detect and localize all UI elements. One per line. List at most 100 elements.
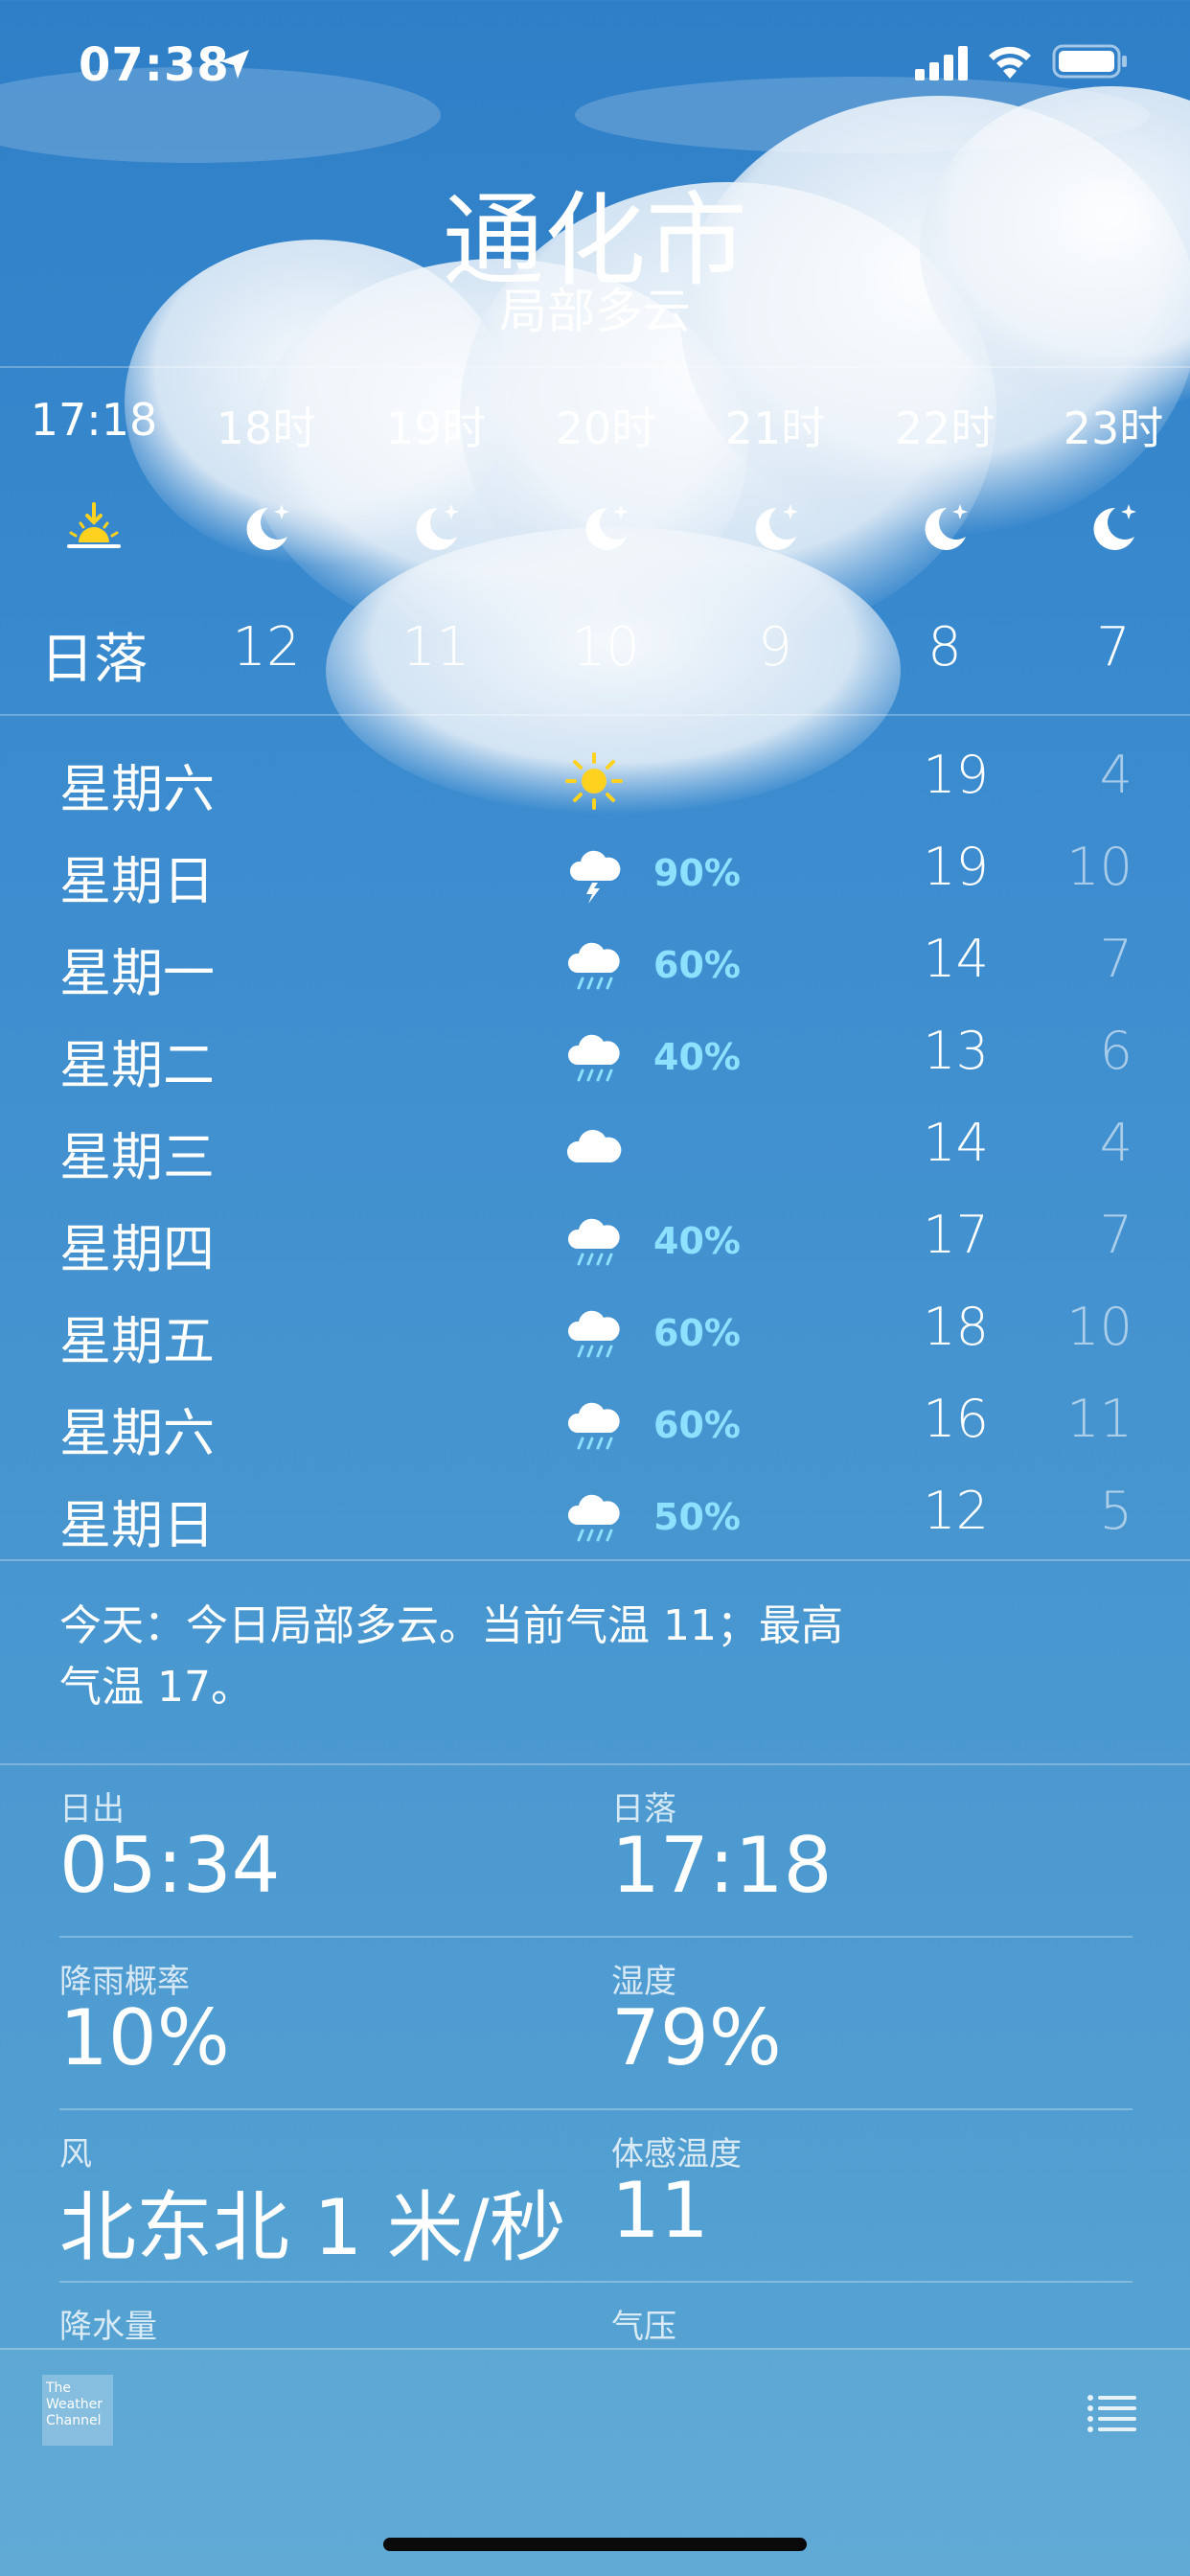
day-name: 星期三 — [59, 1127, 215, 1187]
location-arrow-icon — [220, 50, 249, 79]
daily-row: 星期六 19 4 — [0, 733, 1190, 825]
high-temp: 17 — [923, 1205, 989, 1265]
daily-row: 星期五 60% 18 10 — [0, 1285, 1190, 1377]
high-temp: 16 — [923, 1389, 989, 1449]
precip-chance: 40% — [653, 1220, 741, 1262]
daily-row: 星期六 60% 16 11 — [0, 1377, 1190, 1469]
day-name: 星期日 — [59, 1495, 215, 1555]
cloud-icon — [566, 1129, 622, 1162]
daily-row: 星期二 40% 13 6 — [0, 1009, 1190, 1101]
high-temp: 18 — [923, 1297, 989, 1357]
hourly-item: 18时 12 — [180, 369, 353, 714]
logo-text: Weather — [46, 2397, 103, 2412]
high-temp: 14 — [923, 929, 989, 989]
moon-stars-icon — [925, 504, 968, 550]
hourly-time: 23时 — [1063, 402, 1164, 454]
low-temp: 5 — [1099, 1481, 1133, 1541]
detail-feels-like: 体感温度 11 — [611, 2128, 1148, 2300]
low-temp: 10 — [1066, 1297, 1133, 1357]
hourly-temp: 8 — [927, 616, 962, 678]
status-bar: 07:38 — [0, 38, 1190, 96]
moon-stars-icon — [416, 504, 459, 550]
cellular-signal-icon — [915, 46, 968, 80]
day-name: 星期四 — [59, 1219, 215, 1279]
low-temp: 11 — [1066, 1389, 1133, 1449]
precip-chance: 50% — [653, 1496, 741, 1538]
detail-value: 10% — [59, 1993, 230, 2082]
today-summary: 今天：今日局部多云。当前气温 11；最高 气温 17。 — [59, 1596, 1018, 1718]
detail-sunset: 日落 17:18 — [611, 1782, 1148, 1955]
hourly-time: 21时 — [724, 402, 826, 454]
moon-stars-icon — [246, 504, 289, 550]
detail-humidity: 湿度 79% — [611, 1955, 1148, 2128]
low-temp: 6 — [1099, 1021, 1133, 1081]
hourly-item: 22时 8 — [858, 369, 1031, 714]
day-name: 星期六 — [59, 759, 215, 819]
rain-cloud-icon — [567, 1310, 620, 1358]
daily-row: 星期日 90% 19 10 — [0, 825, 1190, 917]
home-indicator[interactable] — [383, 2538, 807, 2551]
day-name: 星期一 — [59, 943, 215, 1003]
day-name: 星期五 — [59, 1311, 215, 1371]
rain-cloud-icon — [567, 1494, 620, 1542]
summary-line: 今天：今日局部多云。当前气温 11；最高 — [59, 1601, 843, 1650]
moon-stars-icon — [585, 504, 629, 550]
daily-row: 星期四 40% 17 7 — [0, 1193, 1190, 1285]
thunderstorm-icon — [569, 850, 621, 904]
precip-chance: 60% — [653, 1312, 741, 1354]
hourly-time: 20时 — [555, 402, 656, 454]
detail-value: 79% — [611, 1993, 782, 2082]
detail-value: 北东北 1 米/秒 — [59, 2183, 566, 2272]
precip-chance: 90% — [653, 852, 741, 894]
rain-cloud-icon — [567, 1218, 620, 1266]
summary-line: 气温 17。 — [59, 1663, 253, 1712]
divider — [0, 714, 1190, 716]
rain-cloud-icon — [567, 1402, 620, 1450]
current-condition: 局部多云 — [499, 284, 691, 339]
detail-value: 11 — [611, 2166, 709, 2255]
hourly-time: 17:18 — [30, 394, 158, 446]
precip-chance: 40% — [653, 1036, 741, 1078]
divider — [59, 2108, 1133, 2110]
detail-wind: 风 北东北 1 米/秒 — [59, 2128, 596, 2300]
hourly-time: 19时 — [385, 402, 487, 454]
hourly-item: 19时 11 — [350, 369, 522, 714]
low-temp: 7 — [1099, 1205, 1133, 1265]
hourly-item: 21时 9 — [689, 369, 861, 714]
daily-row: 星期三 14 4 — [0, 1101, 1190, 1193]
rain-cloud-icon — [567, 942, 620, 990]
divider — [59, 2281, 1133, 2283]
daily-row: 星期一 60% 14 7 — [0, 917, 1190, 1009]
hourly-temp: 9 — [758, 616, 792, 678]
day-name: 星期二 — [59, 1035, 215, 1095]
detail-rain-chance: 降雨概率 10% — [59, 1955, 596, 2128]
hourly-forecast[interactable]: 17:18 日落 18时 12 19时 11 20时 10 21时 9 22时 … — [0, 369, 1190, 714]
hourly-temp: 日落 — [40, 629, 148, 691]
weather-channel-logo[interactable]: The Weather Channel — [42, 2375, 113, 2446]
hourly-item: 17:18 日落 — [8, 369, 180, 714]
moon-stars-icon — [1093, 504, 1136, 550]
list-icon[interactable] — [1087, 2394, 1138, 2432]
low-temp: 7 — [1099, 929, 1133, 989]
detail-value: 17:18 — [611, 1821, 833, 1910]
precip-chance: 60% — [653, 1404, 741, 1446]
battery-icon — [1052, 44, 1127, 79]
sun-icon — [565, 752, 623, 810]
hourly-temp: 7 — [1096, 616, 1131, 678]
hourly-temp: 10 — [571, 616, 640, 678]
divider — [0, 2348, 1190, 2350]
day-name: 星期六 — [59, 1403, 215, 1463]
hourly-temp: 12 — [232, 616, 301, 678]
status-time: 07:38 — [79, 38, 230, 92]
divider — [59, 1936, 1133, 1938]
sunset-icon — [67, 502, 121, 548]
day-name: 星期日 — [59, 851, 215, 911]
daily-row: 星期日 50% 12 5 — [0, 1469, 1190, 1561]
detail-value: 05:34 — [59, 1821, 281, 1910]
divider — [0, 1763, 1190, 1765]
moon-stars-icon — [755, 504, 798, 550]
high-temp: 14 — [923, 1113, 989, 1173]
divider — [0, 366, 1190, 368]
low-temp: 10 — [1066, 837, 1133, 897]
logo-text: Channel — [46, 2413, 102, 2428]
